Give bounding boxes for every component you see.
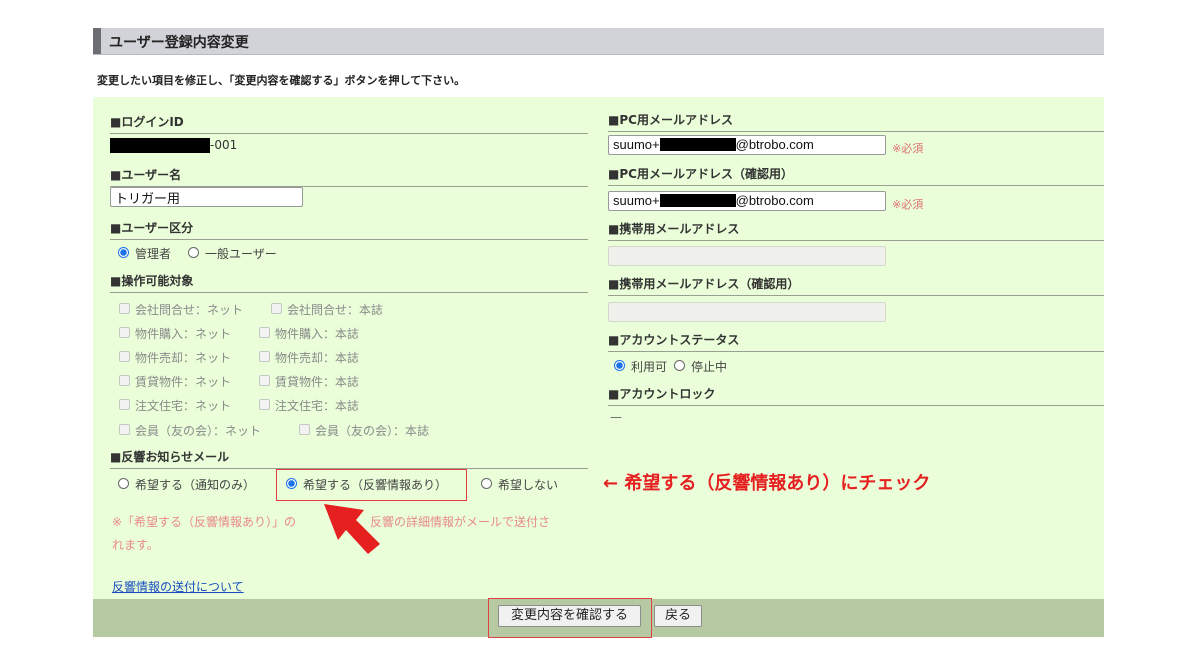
page-title-bar: ユーザー登録内容変更	[93, 28, 1104, 55]
operable-checkbox[interactable]	[259, 399, 270, 410]
user-name-input[interactable]	[110, 187, 303, 207]
notify-note: れます。	[112, 538, 159, 552]
pc-mail-confirm-prefix: suumo+	[613, 193, 660, 208]
operable-item: 賃貸物件：ネット	[135, 375, 232, 389]
login-id-value: -001	[210, 138, 238, 152]
notify-none-label: 希望しない	[498, 478, 559, 492]
operable-item: 賃貸物件：本誌	[275, 375, 360, 389]
operable-checkbox[interactable]	[299, 424, 310, 435]
operable-item: 物件売却：本誌	[275, 351, 360, 365]
operable-checkbox[interactable]	[119, 375, 130, 386]
mobile-mail-confirm-label: ■携帯用メールアドレス（確認用）	[608, 275, 1104, 296]
operable-item: 物件購入：本誌	[275, 327, 360, 341]
operable-checkbox[interactable]	[259, 375, 270, 386]
account-status-label: ■アカウントステータス	[608, 331, 1104, 352]
notify-note: ※「希望する（反響情報あり）」の	[112, 515, 297, 529]
pc-mail-confirm-input[interactable]: suumo+ @btrobo.com	[608, 191, 886, 211]
account-status-active-radio[interactable]	[614, 360, 625, 371]
required-mark: ※必須	[892, 142, 924, 155]
pc-mail-prefix: suumo+	[613, 137, 660, 152]
user-type-admin-label: 管理者	[135, 247, 172, 261]
pc-mail-suffix: @btrobo.com	[735, 137, 814, 152]
operable-checkbox[interactable]	[119, 303, 130, 314]
notify-none-radio[interactable]	[481, 478, 492, 489]
operable-item: 注文住宅：本誌	[275, 399, 360, 413]
back-button[interactable]: 戻る	[654, 605, 702, 627]
notify-mail-label: ■反響お知らせメール	[110, 448, 588, 469]
operable-item: 注文住宅：ネット	[135, 399, 232, 413]
user-type-label: ■ユーザー区分	[110, 219, 588, 240]
notify-with-info-radio[interactable]	[286, 478, 297, 489]
operable-item: 会員（友の会）：本誌	[315, 424, 430, 438]
page-title: ユーザー登録内容変更	[109, 35, 249, 51]
operable-item: 会社問合せ：ネット	[135, 303, 244, 317]
notify-info-link[interactable]: 反響情報の送付について	[112, 578, 244, 595]
redacted-block	[659, 194, 736, 207]
instruction-text: 変更したい項目を修正し、「変更内容を確認する」ボタンを押して下さい。	[97, 74, 466, 87]
notify-note: 反響の詳細情報がメールで送付さ	[370, 515, 551, 529]
confirm-changes-button[interactable]: 変更内容を確認する	[498, 605, 641, 627]
operable-item: 物件売却：ネット	[135, 351, 232, 365]
notify-only-label: 希望する（通知のみ）	[135, 478, 256, 492]
notify-only-radio[interactable]	[118, 478, 129, 489]
pc-mail-confirm-suffix: @btrobo.com	[735, 193, 814, 208]
operable-checkbox[interactable]	[259, 351, 270, 362]
account-lock-label: ■アカウントロック	[608, 385, 1104, 406]
user-name-label: ■ユーザー名	[110, 166, 588, 187]
operable-checkbox[interactable]	[119, 399, 130, 410]
operable-checkbox[interactable]	[119, 327, 130, 338]
operable-checkbox[interactable]	[119, 424, 130, 435]
operable-item: 会社問合せ：本誌	[287, 303, 384, 317]
notify-with-info-label: 希望する（反響情報あり）	[303, 478, 448, 492]
redacted-block	[110, 138, 210, 153]
operable-label: ■操作可能対象	[110, 272, 588, 293]
operable-checkbox[interactable]	[259, 327, 270, 338]
user-type-general-label: 一般ユーザー	[205, 247, 277, 261]
mobile-mail-input[interactable]	[608, 246, 886, 266]
mobile-mail-label: ■携帯用メールアドレス	[608, 220, 1104, 241]
account-status-stopped-radio[interactable]	[674, 360, 685, 371]
pointer-arrow-icon	[324, 504, 380, 554]
account-status-stopped-label: 停止中	[691, 360, 728, 374]
redacted-block	[659, 138, 736, 151]
required-mark: ※必須	[892, 198, 924, 211]
operable-item: 物件購入：ネット	[135, 327, 232, 341]
account-status-active-label: 利用可	[631, 360, 668, 374]
account-lock-value: —	[610, 410, 622, 424]
operable-checkbox[interactable]	[271, 303, 282, 314]
user-type-admin-radio[interactable]	[118, 247, 129, 258]
operable-checkbox[interactable]	[119, 351, 130, 362]
operable-item: 会員（友の会）：ネット	[135, 424, 262, 438]
user-type-general-radio[interactable]	[188, 247, 199, 258]
pc-mail-input[interactable]: suumo+ @btrobo.com	[608, 135, 886, 155]
login-id-label: ■ログインID	[110, 113, 588, 134]
mobile-mail-confirm-input[interactable]	[608, 302, 886, 322]
annotation-text: ← 希望する（反響情報あり）にチェック	[603, 473, 931, 494]
title-accent-mark	[93, 28, 101, 54]
pc-mail-confirm-label: ■PC用メールアドレス（確認用）	[608, 165, 1104, 186]
pc-mail-label: ■PC用メールアドレス	[608, 111, 1104, 132]
